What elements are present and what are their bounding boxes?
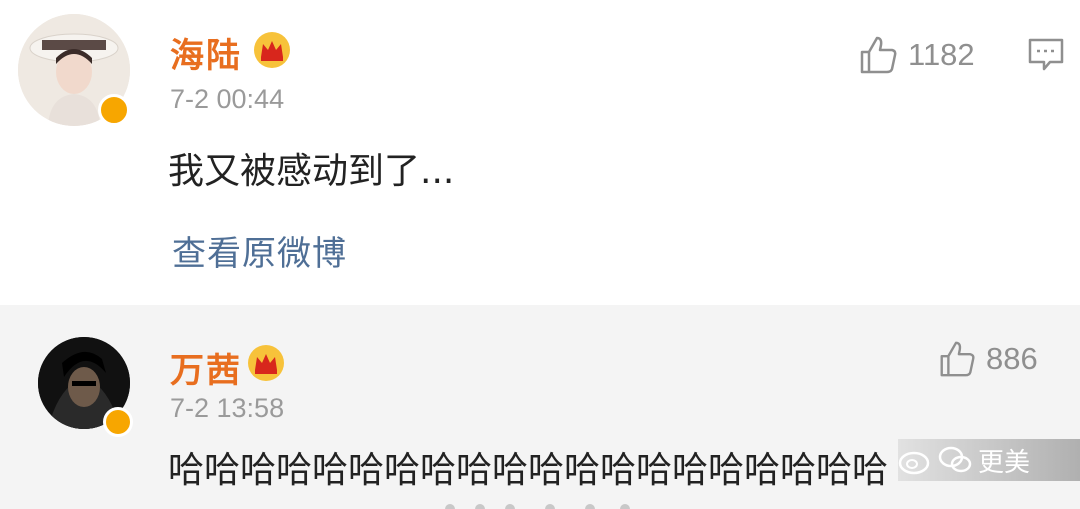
verified-badge-icon bbox=[98, 94, 130, 126]
username[interactable]: 万茜 bbox=[170, 343, 242, 392]
weibo-icon bbox=[898, 451, 930, 475]
crown-icon bbox=[254, 32, 290, 68]
verified-badge-icon bbox=[103, 407, 133, 437]
watermark: 更美 bbox=[898, 439, 1080, 481]
like-count: 886 bbox=[986, 341, 1038, 376]
view-original-link[interactable]: 查看原微博 bbox=[172, 226, 347, 275]
comment-item: 万茜 7-2 13:58 哈哈哈哈哈哈哈哈哈哈哈哈哈哈哈哈哈哈哈哈 886 更美 bbox=[0, 305, 1080, 509]
reply-icon[interactable] bbox=[1028, 38, 1064, 72]
like-button[interactable]: 886 bbox=[936, 339, 1038, 379]
thumbs-up-icon bbox=[860, 36, 897, 74]
cropped-row-icons bbox=[445, 504, 630, 509]
watermark-label: 更美 bbox=[978, 447, 1031, 478]
comment-text: 哈哈哈哈哈哈哈哈哈哈哈哈哈哈哈哈哈哈哈哈 bbox=[168, 450, 889, 491]
like-button[interactable]: 1182 bbox=[856, 34, 975, 76]
timestamp: 7-2 00:44 bbox=[170, 84, 285, 114]
timestamp: 7-2 13:58 bbox=[170, 393, 285, 423]
wechat-icon bbox=[938, 446, 972, 473]
username[interactable]: 海陆 bbox=[170, 28, 242, 77]
like-count: 1182 bbox=[908, 37, 975, 72]
comment-item: 海陆 7-2 00:44 我又被感动到了... 查看原微博 1182 bbox=[0, 0, 1080, 305]
thumbs-up-icon bbox=[940, 341, 975, 377]
crown-icon bbox=[248, 345, 284, 381]
comment-text: 我又被感动到了... bbox=[168, 151, 455, 192]
